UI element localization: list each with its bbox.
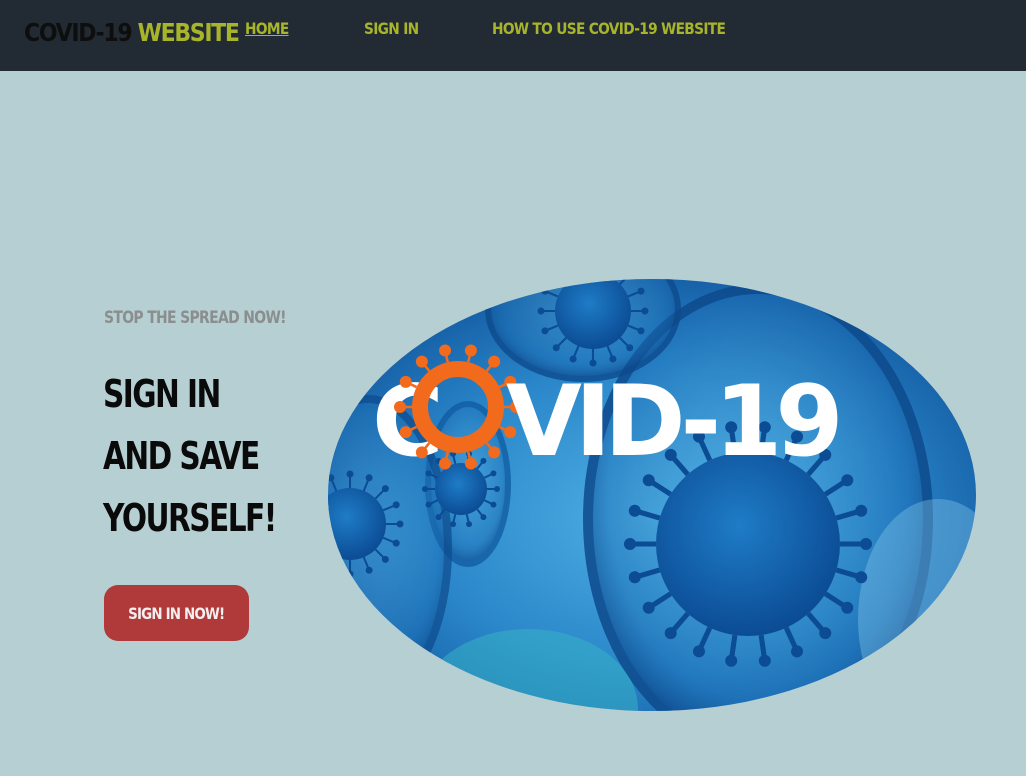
hero-headline: SIGN IN AND SAVE YOURSELF!: [103, 363, 277, 549]
logo-text-vid19: VID-19: [506, 365, 837, 479]
headline-line-2: AND SAVE: [103, 434, 260, 478]
covid-virus-illustration: C VID-19: [328, 279, 976, 711]
headline-line-1: SIGN IN: [103, 372, 221, 416]
nav-signin-link[interactable]: SIGN IN: [364, 19, 419, 39]
brand-name-part1: COVID-19: [24, 18, 133, 47]
brand-name-part2: WEBSITE: [137, 18, 240, 47]
hero-kicker: STOP THE SPREAD NOW!: [104, 308, 287, 328]
top-navbar: COVID-19 WEBSITE HOME SIGN IN HOW TO USE…: [0, 0, 1026, 71]
site-logo[interactable]: COVID-19 WEBSITE: [24, 18, 240, 48]
nav-how-to-use-link[interactable]: HOW TO USE COVID-19 WEBSITE: [492, 19, 726, 39]
headline-line-3: YOURSELF!: [103, 496, 277, 540]
sign-in-now-label: SIGN IN NOW!: [128, 603, 225, 623]
nav-home-link[interactable]: HOME: [245, 19, 289, 39]
sign-in-now-button[interactable]: SIGN IN NOW!: [104, 585, 249, 641]
covid-hero-image: C VID-19: [328, 279, 976, 711]
